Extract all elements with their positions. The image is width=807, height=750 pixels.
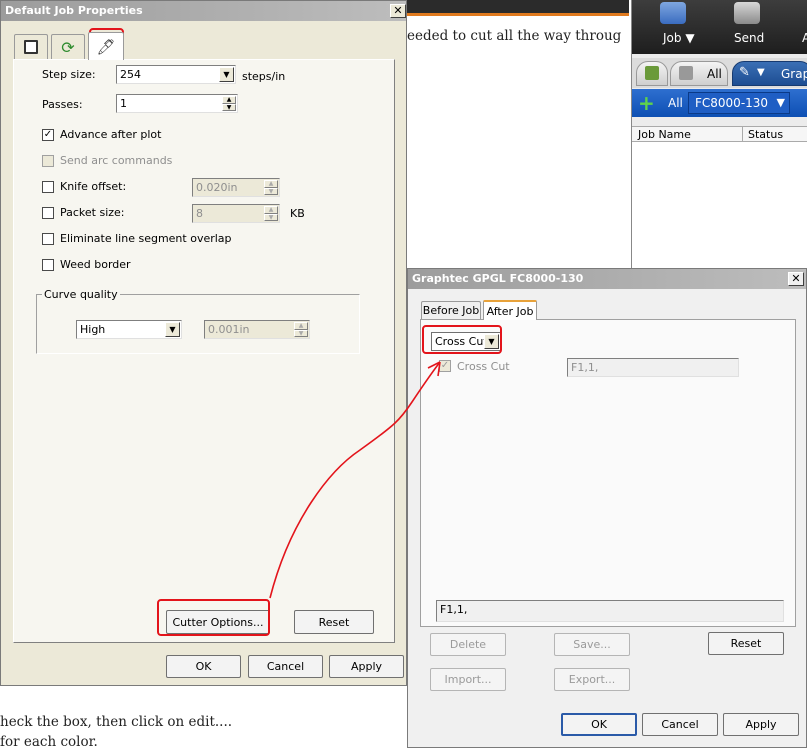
annotation-arrow-line [269,361,441,599]
blade-icon: 🖊 [96,37,116,56]
tab-cutter[interactable]: 🖊 [88,32,124,60]
tab-after-job[interactable]: After Job [483,300,537,320]
annotation-arrow [269,361,441,599]
tab-after-job-label: After Job [486,304,534,318]
